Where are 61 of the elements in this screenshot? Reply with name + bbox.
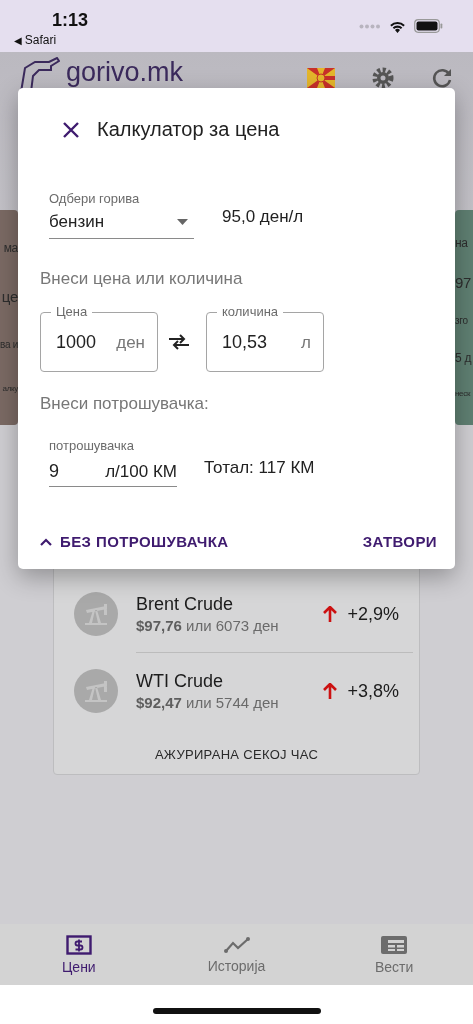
card-text: неск <box>455 390 471 398</box>
dollar-icon <box>65 934 92 955</box>
settings-icon[interactable] <box>371 66 395 90</box>
price-input[interactable]: 1000 <box>56 332 106 353</box>
refresh-icon[interactable] <box>431 67 453 89</box>
oil-price: $92,47 или 5744 ден <box>136 694 279 711</box>
app-logo: gorivo.mk <box>66 57 184 87</box>
card-text: 97 <box>455 275 472 290</box>
consumption-input[interactable]: 9 <box>49 461 79 482</box>
oil-pump-icon <box>74 669 118 713</box>
quantity-input[interactable]: 10,53 <box>222 332 272 353</box>
flag-icon <box>307 68 335 88</box>
field-label: потрошувачка <box>49 438 135 453</box>
wifi-icon <box>389 19 406 33</box>
card-text: 5 д <box>455 352 472 364</box>
card-text: ма <box>3 241 18 254</box>
status-time: 1:13 <box>52 10 89 31</box>
section-heading: Внеси цена или количина <box>40 269 244 289</box>
chevron-up-icon <box>40 537 52 546</box>
nav-tab[interactable]: Вести <box>315 924 473 985</box>
total-text: Тотал: 117 КМ <box>204 457 315 478</box>
nav-tab[interactable]: Историја <box>157 924 316 985</box>
update-note: АЖУРИРАНА СЕКОЈ ЧАС <box>154 747 319 762</box>
unit-suffix: л/100 КМ <box>105 461 177 482</box>
unit-price: 95,0 ден/л <box>222 207 304 227</box>
oil-pump-icon <box>74 592 118 636</box>
card-text: алку <box>2 385 18 394</box>
line-chart-icon <box>223 935 250 954</box>
section-heading: Внеси потрошувачка: <box>40 394 210 414</box>
select-value: бензин <box>49 212 105 232</box>
unit-suffix: ден <box>116 332 145 353</box>
fuel-select[interactable]: Одбери горива бензин <box>49 191 194 239</box>
close-button[interactable]: ЗАТВОРИ <box>362 533 437 550</box>
card-text: ва и <box>0 339 18 350</box>
oil-name: WTI Crude <box>136 671 224 692</box>
oil-price: $97,76 или 6073 ден <box>136 617 279 634</box>
card-text: це <box>1 289 18 305</box>
field-label: Цена <box>55 304 89 320</box>
oil-name: Brent Crude <box>136 594 235 615</box>
card-text: на <box>455 237 468 249</box>
caret-icon <box>177 219 188 225</box>
up-arrow-icon <box>323 683 338 699</box>
nav-tab[interactable]: Цени <box>0 924 158 985</box>
field-label: Одбери горива <box>49 191 141 206</box>
battery-icon <box>414 19 443 33</box>
card-text: зго <box>455 316 468 326</box>
close-icon[interactable] <box>62 120 80 139</box>
swap-icon[interactable] <box>168 333 190 351</box>
signal-icon <box>359 23 381 29</box>
newspaper-icon <box>380 934 409 955</box>
field-label: количина <box>221 304 280 320</box>
price-change: +3,8% <box>347 680 399 702</box>
price-field[interactable]: Цена 1000 ден <box>40 304 158 372</box>
back-link[interactable]: Safari <box>24 33 57 47</box>
consumption-field[interactable]: потрошувачка 9 л/100 КМ <box>49 438 177 487</box>
up-arrow-icon <box>323 606 338 622</box>
back-arrow[interactable]: ◀ <box>14 34 22 46</box>
dialog-title: Калкулатор за цена <box>97 118 280 141</box>
toggle-consumption-button[interactable]: БЕЗ ПОТРОШУВАЧКА <box>40 533 229 550</box>
price-change: +2,9% <box>347 603 399 625</box>
unit-suffix: л <box>301 332 311 353</box>
